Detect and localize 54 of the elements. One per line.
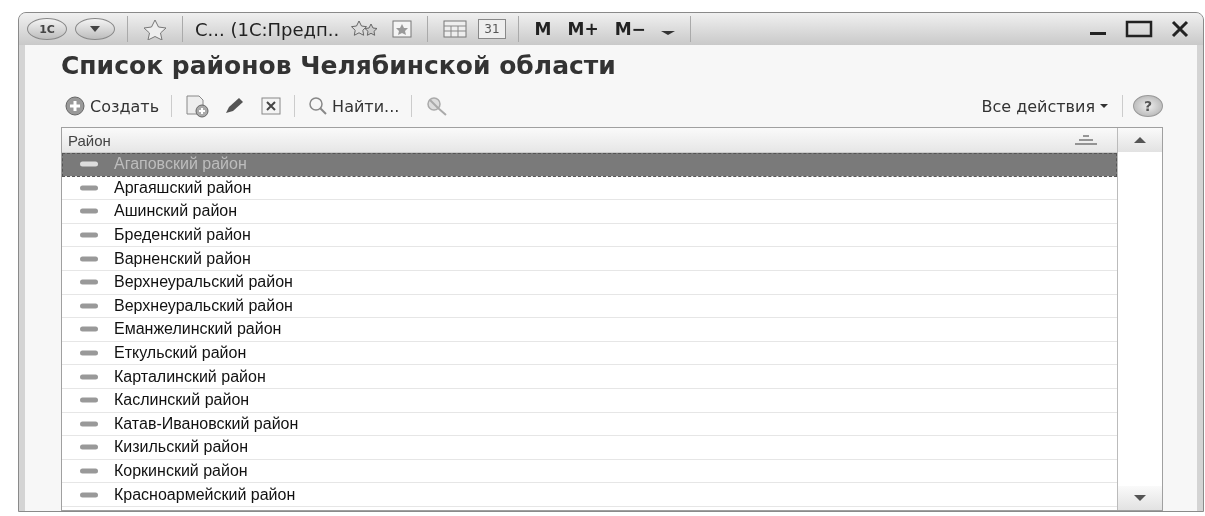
table-cell: Еманжелинский район [114, 320, 282, 339]
create-button[interactable]: Создать [61, 95, 162, 117]
table-cell: Еткульский район [114, 344, 247, 363]
table-cell: Аргаяшский район [114, 178, 252, 197]
memory-button[interactable]: M− [610, 19, 650, 39]
column-title: Район [68, 131, 111, 149]
arrow-up-icon [1133, 136, 1147, 144]
memory-button[interactable]: M+ [563, 19, 603, 39]
item-icon [80, 420, 98, 427]
memory-button[interactable]: M [530, 19, 556, 39]
table-cell: Кизильский район [114, 438, 248, 457]
find-button[interactable]: Найти... [305, 95, 402, 117]
table-cell: Агаповский район [114, 155, 247, 174]
scroll-up-button[interactable] [1118, 128, 1162, 152]
caret-icon [1098, 102, 1110, 110]
item-icon [80, 302, 98, 309]
item-icon [80, 397, 98, 404]
plus-icon [63, 95, 87, 117]
table-cell: Красноармейский район [114, 485, 296, 504]
item-icon [80, 350, 98, 357]
table-cell: Коркинский район [114, 462, 248, 480]
item-icon [80, 491, 98, 498]
arrow-down-icon [1133, 494, 1147, 502]
form-title: Список районов Челябинской области [61, 51, 617, 82]
sort-icon[interactable] [1073, 134, 1099, 146]
table-row[interactable]: Еманжелинский район [62, 318, 1117, 342]
table-cell: Варненский район [114, 249, 251, 268]
item-icon [80, 326, 98, 333]
item-icon [80, 255, 98, 262]
table-row[interactable]: Ашинский район [62, 200, 1117, 224]
table-cell: Верхнеуральский район [114, 273, 293, 292]
caret-icon [89, 25, 101, 33]
calendar-button[interactable]: 31 [478, 19, 506, 39]
item-icon [80, 184, 98, 191]
item-icon [80, 161, 98, 168]
table-cell: Катав-Ивановский район [114, 414, 299, 433]
table-cell: Карталинский район [114, 367, 266, 386]
item-icon [80, 468, 98, 474]
item-icon [80, 444, 98, 451]
table-cell: Ашинский район [114, 202, 238, 221]
table-cell: Каслинский район [114, 391, 250, 410]
menu-button[interactable] [75, 18, 115, 40]
table-cell: Верхнеуральский район [114, 296, 293, 315]
item-icon [80, 208, 98, 215]
help-button[interactable]: ? [1133, 95, 1163, 117]
table-cell: Бреденский район [114, 226, 251, 245]
item-icon [80, 373, 98, 380]
item-icon [80, 279, 98, 286]
scroll-down-button[interactable] [1118, 486, 1162, 510]
window-title: С... (1С:Предп.. [195, 18, 340, 40]
item-icon [80, 232, 98, 239]
all-actions-button[interactable]: Все действия [979, 96, 1112, 116]
table-row[interactable]: Кизильский район [62, 436, 1117, 460]
logo-button[interactable]: 1С [27, 18, 67, 40]
